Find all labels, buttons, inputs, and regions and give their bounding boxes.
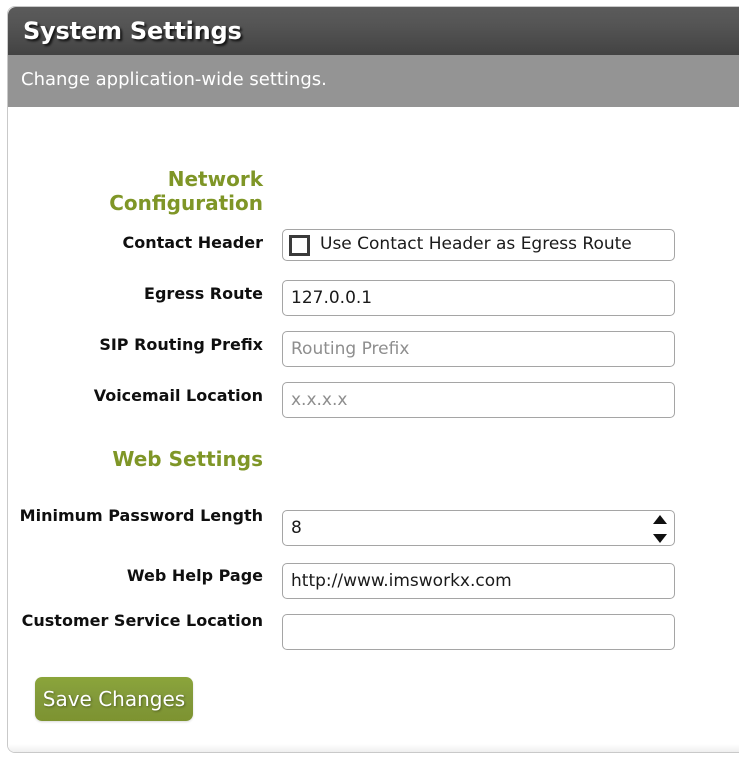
web-help-page-input[interactable] <box>283 564 674 598</box>
label-egress-route: Egress Route <box>144 284 263 303</box>
use-contact-header-checkbox-label: Use Contact Header as Egress Route <box>320 234 632 254</box>
section-heading-text: Web Settings <box>112 447 263 471</box>
label-voicemail-location: Voicemail Location <box>93 386 263 405</box>
label-sip-routing-prefix: SIP Routing Prefix <box>99 335 263 354</box>
page-title: System Settings <box>23 17 242 45</box>
section-heading-text: Network Configuration <box>109 167 263 215</box>
save-changes-button[interactable]: Save Changes <box>35 677 193 721</box>
voicemail-location-field[interactable] <box>282 382 675 418</box>
settings-form: Network Configuration Contact Header Use… <box>8 107 739 752</box>
label-web-help-page: Web Help Page <box>126 566 263 585</box>
minimum-password-length-input[interactable] <box>283 511 674 545</box>
section-heading-web-settings: Web Settings <box>8 447 263 471</box>
egress-route-field[interactable] <box>282 280 675 316</box>
number-spinner[interactable] <box>653 515 667 543</box>
panel-bottom-fade <box>8 744 739 752</box>
spinner-down-icon[interactable] <box>653 534 667 543</box>
customer-service-location-input[interactable] <box>283 615 674 649</box>
settings-panel: System Settings Change application-wide … <box>7 6 739 753</box>
window-subtitlebar: Change application-wide settings. <box>8 55 739 107</box>
label-text: Customer Service Location <box>21 611 263 630</box>
spinner-up-icon[interactable] <box>653 515 667 524</box>
voicemail-location-input[interactable] <box>283 383 674 417</box>
minimum-password-length-field[interactable] <box>282 510 675 546</box>
sip-routing-prefix-input[interactable] <box>283 332 674 366</box>
use-contact-header-checkbox[interactable] <box>289 235 310 256</box>
contact-header-checkbox-row[interactable]: Use Contact Header as Egress Route <box>282 229 675 261</box>
page-subtitle: Change application-wide settings. <box>21 69 327 90</box>
label-contact-header: Contact Header <box>122 233 263 252</box>
sip-routing-prefix-field[interactable] <box>282 331 675 367</box>
section-heading-network-configuration: Network Configuration <box>8 167 263 215</box>
label-text: Minimum Password Length <box>19 506 263 525</box>
label-minimum-password-length: Minimum Password Length <box>8 505 263 527</box>
label-customer-service-location: Customer Service Location <box>8 610 263 632</box>
window-titlebar: System Settings <box>8 7 739 55</box>
egress-route-input[interactable] <box>283 281 674 315</box>
web-help-page-field[interactable] <box>282 563 675 599</box>
customer-service-location-field[interactable] <box>282 614 675 650</box>
